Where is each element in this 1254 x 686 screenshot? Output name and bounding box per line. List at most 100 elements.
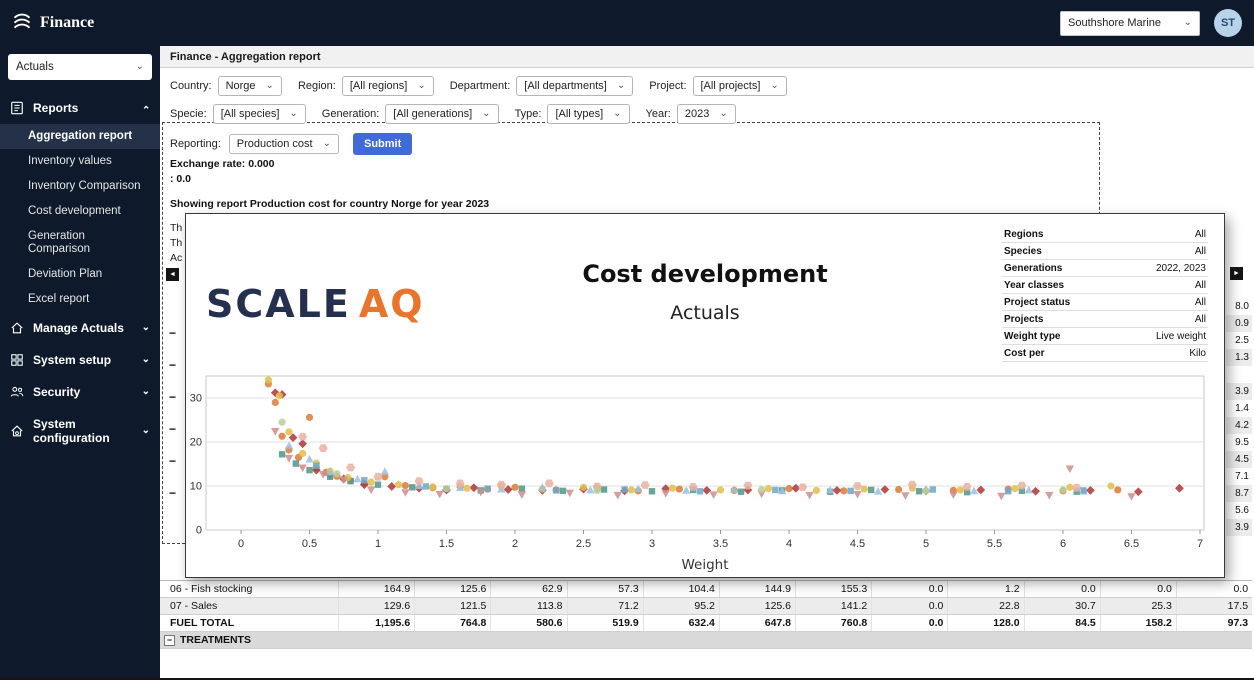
table-cell: 0.0 xyxy=(1024,581,1100,597)
table-cell: 84.5 xyxy=(1024,615,1100,631)
table-cell: 17.5 xyxy=(1176,598,1252,614)
meta-key: Projects xyxy=(1002,311,1118,328)
chevron-down-icon: ⌄ xyxy=(142,355,150,365)
showing-report-text: Showing report Production cost for count… xyxy=(170,198,489,210)
chevron-down-icon: ⌄ xyxy=(1184,18,1192,28)
collapse-icon[interactable]: − xyxy=(169,456,176,466)
generation-select[interactable]: [All generations]⌄ xyxy=(385,104,498,124)
app-title: Finance xyxy=(40,14,94,32)
country-select-value: Norge xyxy=(226,80,256,92)
sidebar: Actuals ⌄ Reports⌄Aggregation reportInve… xyxy=(0,46,160,678)
collapse-icon[interactable]: − xyxy=(169,328,176,338)
table-cell: 62.9 xyxy=(490,581,566,597)
reporting-select-value: Production cost xyxy=(237,138,313,150)
view-selector[interactable]: Actuals ⌄ xyxy=(8,54,152,80)
specie-select-value: [All species] xyxy=(221,108,280,120)
reporting-select[interactable]: Production cost ⌄ xyxy=(229,134,339,154)
row-label-text: TREATMENTS xyxy=(180,632,251,648)
table-cell: 125.6 xyxy=(414,581,490,597)
partial-cell: 3.9 xyxy=(1226,383,1252,400)
partial-cell: 8.0 xyxy=(1226,298,1252,315)
table-cell: 129.6 xyxy=(338,598,414,614)
meta-row: Project statusAll xyxy=(1002,294,1208,311)
sidebar-item-deviation-plan[interactable]: Deviation Plan xyxy=(0,262,160,287)
specie-select[interactable]: [All species]⌄ xyxy=(213,104,306,124)
svg-text:7: 7 xyxy=(1197,538,1203,550)
table-cell: 764.8 xyxy=(414,615,490,631)
exchange-rate-text-2: : 0.0 xyxy=(170,173,191,185)
collapse-icon[interactable]: − xyxy=(169,360,176,370)
year-select-value: 2023 xyxy=(685,108,709,120)
sidebar-item-system-configuration[interactable]: System configuration⌄ xyxy=(0,408,160,454)
sidebar-item-manage-actuals[interactable]: Manage Actuals⌄ xyxy=(0,312,160,344)
svg-text:1.5: 1.5 xyxy=(439,538,454,550)
table-cell: 57.3 xyxy=(567,581,643,597)
meta-value: Kilo xyxy=(1118,345,1208,362)
meta-value: All xyxy=(1118,311,1208,328)
meta-key: Species xyxy=(1002,243,1118,260)
chart-series-series8 xyxy=(313,463,1087,495)
chart-series-series1 xyxy=(265,380,1122,494)
project-select[interactable]: [All projects] ⌄ xyxy=(693,76,787,96)
sidebar-item-excel-report[interactable]: Excel report xyxy=(0,287,160,312)
table-cell: 22.8 xyxy=(947,598,1023,614)
table-cell: 141.2 xyxy=(795,598,871,614)
table-cell: 647.8 xyxy=(719,615,795,631)
table-row: 07 - Sales129.6121.5113.871.295.2125.614… xyxy=(160,598,1252,615)
table-cell: 1.2 xyxy=(947,581,1023,597)
table-cell: 158.2 xyxy=(1100,615,1176,631)
topbar-right: Southshore Marine ⌄ ST xyxy=(1060,9,1242,37)
collapse-icon[interactable]: − xyxy=(169,392,176,402)
sidebar-item-label: Reports xyxy=(33,101,133,115)
table-cell: 0.0 xyxy=(871,598,947,614)
svg-text:1: 1 xyxy=(375,538,381,550)
svg-text:0.5: 0.5 xyxy=(302,538,317,550)
department-label: Department: xyxy=(450,80,511,92)
company-selector[interactable]: Southshore Marine ⌄ xyxy=(1060,11,1200,36)
collapse-icon[interactable]: − xyxy=(164,635,175,646)
table-cell: 71.2 xyxy=(567,598,643,614)
sidebar-item-cost-development[interactable]: Cost development xyxy=(0,199,160,224)
sidebar-item-aggregation-report[interactable]: Aggregation report xyxy=(0,124,160,149)
sidebar-item-security[interactable]: Security⌄ xyxy=(0,376,160,408)
scroll-left-button[interactable]: ◄ xyxy=(166,268,179,281)
region-select[interactable]: [All regions]⌄ xyxy=(342,76,434,96)
company-selector-value: Southshore Marine xyxy=(1068,17,1161,29)
year-select[interactable]: 2023⌄ xyxy=(677,104,736,124)
department-select[interactable]: [All departments]⌄ xyxy=(516,76,633,96)
collapse-icon[interactable]: − xyxy=(169,424,176,434)
table-cell: 0.0 xyxy=(871,581,947,597)
sidebar-item-inventory-values[interactable]: Inventory values xyxy=(0,149,160,174)
table-cell: 519.9 xyxy=(567,615,643,631)
meta-row: ProjectsAll xyxy=(1002,311,1208,328)
chevron-down-icon: ⌄ xyxy=(613,109,621,119)
sidebar-item-inventory-comparison[interactable]: Inventory Comparison xyxy=(0,174,160,199)
project-select-value: [All projects] xyxy=(701,80,761,92)
submit-button[interactable]: Submit xyxy=(353,133,412,155)
row-label: −TREATMENTS xyxy=(160,632,1252,648)
collapse-icon[interactable]: − xyxy=(169,488,176,498)
type-select-value: [All types] xyxy=(555,108,603,120)
reports-icon xyxy=(10,101,24,115)
table-cell: 113.8 xyxy=(490,598,566,614)
sidebar-item-reports[interactable]: Reports⌄ xyxy=(0,92,160,124)
table-row: −TREATMENTS xyxy=(160,632,1252,649)
table-row: 06 - Fish stocking164.9125.662.957.3104.… xyxy=(160,581,1252,598)
sidebar-item-system-setup[interactable]: System setup⌄ xyxy=(0,344,160,376)
cost-table: 06 - Fish stocking164.9125.662.957.3104.… xyxy=(160,580,1252,649)
specie-label: Specie: xyxy=(170,108,207,120)
partial-cell: 2.5 xyxy=(1226,332,1252,349)
exchange-rate-text: Exchange rate: 0.000 xyxy=(170,158,274,170)
table-row: FUEL TOTAL1,195.6764.8580.6519.9632.4647… xyxy=(160,615,1252,632)
chevron-down-icon: ⌄ xyxy=(770,81,778,91)
type-select[interactable]: [All types] ⌄ xyxy=(547,104,629,124)
sidebar-item-generation-comparison[interactable]: Generation Comparison xyxy=(0,224,160,262)
meta-value: All xyxy=(1118,277,1208,294)
avatar[interactable]: ST xyxy=(1214,9,1242,37)
meta-value: Live weight xyxy=(1118,328,1208,345)
meta-key: Regions xyxy=(1002,226,1118,243)
table-cell: 25.3 xyxy=(1100,598,1176,614)
partial-cell: 1.3 xyxy=(1226,349,1252,366)
scroll-right-button[interactable]: ► xyxy=(1230,267,1243,280)
country-select[interactable]: Norge⌄ xyxy=(218,76,282,96)
